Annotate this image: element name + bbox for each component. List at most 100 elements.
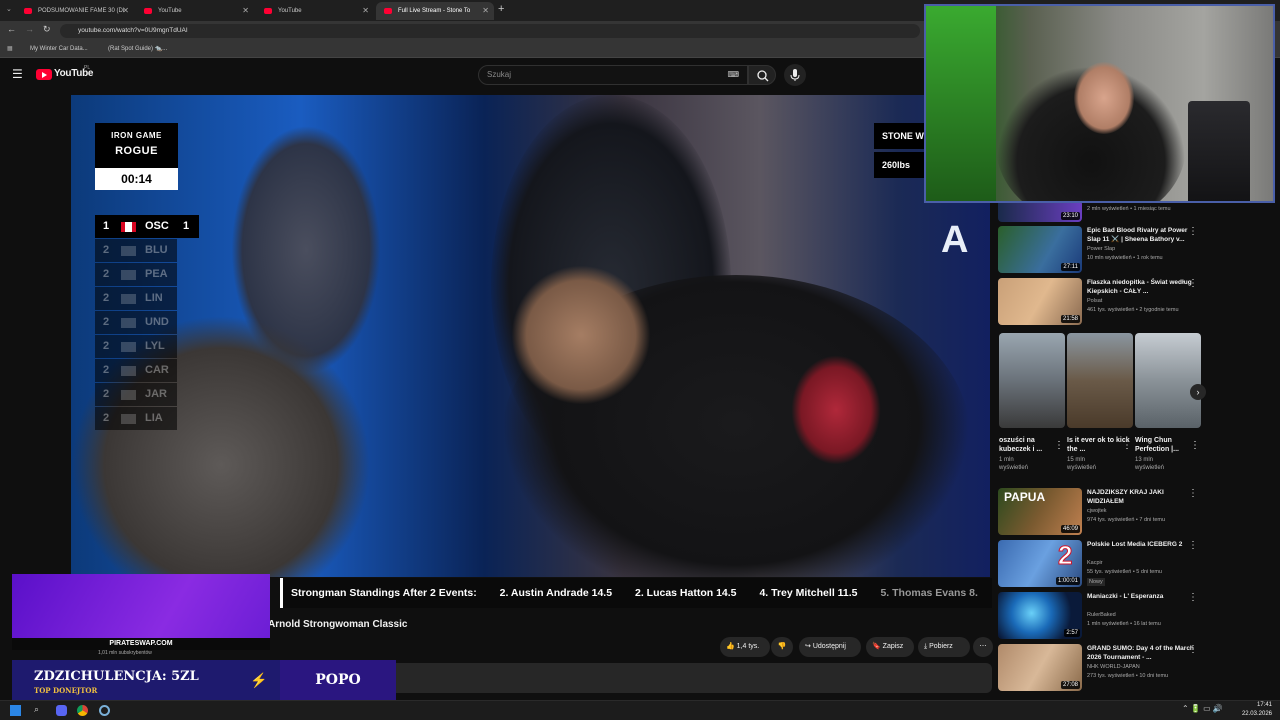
voice-search-button[interactable]: [784, 64, 806, 86]
search-input[interactable]: Szukaj ⌨: [478, 65, 748, 85]
more-options-icon[interactable]: ⋮: [1054, 440, 1064, 451]
more-actions-button[interactable]: ⋯: [973, 637, 993, 657]
video-player[interactable]: IRON GAME ROGUE 00:14 1 OSC 1 2 BLU 2 PEA 2 LIN 2…: [71, 95, 990, 577]
chrome-icon[interactable]: [77, 705, 88, 716]
recommendation-item[interactable]: 2 1:00:01 Polskie Lost Media ICEBERG 2 K…: [998, 540, 1204, 588]
more-options-icon[interactable]: ⋮: [1188, 644, 1198, 655]
more-options-icon[interactable]: ⋮: [1122, 440, 1132, 451]
promo-banner: PIRATESWAP.COM: [12, 638, 270, 650]
recommendation-partial[interactable]: 23:10 2 mln wyświetleń • 1 miesiąc temu: [998, 200, 1204, 224]
close-tab-icon[interactable]: ✕: [242, 2, 249, 20]
share-button[interactable]: ↪ Udostępnij: [799, 637, 861, 657]
browser-tab-2[interactable]: YouTube ✕: [136, 2, 254, 20]
more-options-icon[interactable]: ⋮: [1188, 540, 1198, 551]
menu-icon[interactable]: ☰: [12, 67, 23, 81]
close-tab-icon[interactable]: ✕: [482, 2, 489, 20]
save-button[interactable]: 🔖 Zapisz: [866, 637, 914, 657]
recommendation-item[interactable]: 21:58 Flaszka niedopitka - Świat według …: [998, 278, 1204, 326]
video-thumbnail: 2 1:00:01: [998, 540, 1082, 587]
country-flag-icon: [121, 414, 136, 424]
apps-icon[interactable]: ▦: [7, 41, 13, 58]
standings-rank: 2: [103, 388, 110, 400]
video-thumbnail: 21:58: [998, 278, 1082, 325]
youtube-favicon-icon: [24, 8, 32, 14]
recommendations-sidebar: 23:10 2 mln wyświetleń • 1 miesiąc temu …: [998, 200, 1208, 695]
start-icon[interactable]: [10, 705, 21, 716]
short-item[interactable]: Wing Chun Perfection |... 13 mln wyświet…: [1135, 333, 1201, 472]
video-meta: 273 tys. wyświetleń • 10 dni temu: [1087, 673, 1169, 679]
ticker-heading: Strongman Standings After 2 Events:: [291, 587, 477, 599]
search-icon: [757, 70, 769, 82]
video-meta: 10 mln wyświetleń • 1 rok temu: [1087, 255, 1163, 261]
more-options-icon[interactable]: ⋮: [1188, 278, 1198, 289]
browser-tab-3[interactable]: YouTube ✕: [256, 2, 374, 20]
webcam-scene-shape: [926, 6, 996, 201]
athlete-code: BLU: [145, 244, 168, 256]
short-views: 13 mln: [1135, 457, 1154, 463]
more-options-icon[interactable]: ⋮: [1188, 488, 1198, 499]
clock-date[interactable]: 22.03.2026: [1236, 711, 1272, 717]
search-icon[interactable]: ⌕: [34, 704, 39, 715]
athlete-code: JAR: [145, 388, 168, 400]
download-icon: ⤓: [924, 643, 928, 650]
lightning-icon: ⚡: [250, 672, 268, 688]
recommendation-item[interactable]: 2:57 Maniaczki - L' Esperanza RulerBaked…: [998, 592, 1204, 640]
more-options-icon[interactable]: ⋮: [1190, 440, 1200, 451]
tab-search-icon[interactable]: ⌄: [6, 5, 16, 15]
duration-badge: 2:57: [1064, 629, 1080, 637]
thumbs-up-icon: 👍: [726, 643, 735, 650]
save-label: Zapisz: [882, 643, 904, 650]
short-views: 15 mln: [1067, 457, 1086, 463]
webcam-scene-shape: [1188, 101, 1250, 201]
scene-shape: [511, 265, 651, 405]
thumbs-down-icon: 👎: [777, 643, 787, 650]
download-button[interactable]: ⤓ Pobierz: [918, 637, 970, 657]
search-placeholder: Szukaj: [487, 70, 512, 79]
more-options-icon[interactable]: ⋮: [1188, 592, 1198, 603]
donation-subtitle: TOP DONEJTOR: [34, 686, 98, 695]
recommendation-item[interactable]: PAPUA 46:09 NAJDZIKSZY KRAJ JAKI WIDZIAŁ…: [998, 488, 1204, 536]
clock-time[interactable]: 17:41: [1240, 702, 1272, 708]
short-item[interactable]: oszuści na kubeczek i ... 1 mln wyświetl…: [999, 333, 1065, 472]
athlete-code: LIA: [145, 412, 163, 424]
tray-icons[interactable]: ⌃ 🔋 ▭ 🔊: [1182, 704, 1223, 713]
short-views-label: wyświetleń: [999, 465, 1029, 471]
donor-name: POPO: [315, 672, 361, 688]
duration-badge: 1:00:01: [1055, 577, 1080, 585]
url-field[interactable]: youtube.com/watch?v=0U9mgnTdUAI: [60, 24, 920, 38]
shorts-next-icon[interactable]: ›: [1190, 384, 1206, 400]
share-label: Udostępnij: [812, 643, 846, 650]
standings-row: 1 OSC 1: [95, 215, 199, 238]
tab-label: YouTube: [158, 8, 182, 14]
short-thumbnail: [1135, 333, 1201, 428]
back-icon[interactable]: ←: [7, 24, 16, 34]
close-tab-icon[interactable]: ✕: [122, 2, 129, 20]
search-button[interactable]: [748, 65, 776, 85]
recommendation-item[interactable]: 27:11 Epic Bad Blood Rivalry at Power Sl…: [998, 226, 1204, 274]
forward-icon[interactable]: →: [25, 24, 34, 34]
recommendation-item[interactable]: 27:08 GRAND SUMO: Day 4 of the March 202…: [998, 644, 1204, 692]
channel-name: RulerBaked: [1087, 612, 1116, 618]
browser-tab-1[interactable]: PODSUMOWANIE FAME 30 (Di ✕: [16, 2, 134, 20]
ticker-item: 2. Austin Andrade 14.5: [499, 587, 613, 599]
app-icon[interactable]: [99, 705, 110, 716]
video-title: GRAND SUMO: Day 4 of the March 2026 Tour…: [1087, 645, 1194, 661]
discord-icon[interactable]: [56, 705, 67, 716]
browser-tab-active[interactable]: Full Live Stream - Stone To ✕: [376, 2, 494, 20]
keyboard-icon[interactable]: ⌨: [727, 66, 739, 84]
new-tab-button[interactable]: +: [498, 3, 504, 15]
arena-logo: A: [941, 219, 969, 261]
standings-row: 2 LIN: [95, 287, 177, 310]
standings-rank: 2: [103, 292, 110, 304]
dislike-button[interactable]: 👎: [771, 637, 793, 657]
ticker-item: 5. Thomas Evans 8.: [880, 587, 978, 599]
more-options-icon[interactable]: ⋮: [1188, 226, 1198, 237]
standings-ticker: Strongman Standings After 2 Events: 2. A…: [280, 578, 992, 608]
reload-icon[interactable]: ↻: [43, 24, 51, 35]
bookmark-2[interactable]: (Rat Spot Guide) 🐀...: [108, 41, 167, 58]
short-item[interactable]: Is it ever ok to kick the ... 15 mln wyś…: [1067, 333, 1133, 472]
bookmark-1[interactable]: My Winter Car Data...: [30, 41, 88, 58]
video-meta: 2 mln wyświetleń • 1 miesiąc temu: [1087, 206, 1171, 212]
like-button[interactable]: 👍 1,4 tys.: [720, 637, 770, 657]
close-tab-icon[interactable]: ✕: [362, 2, 369, 20]
